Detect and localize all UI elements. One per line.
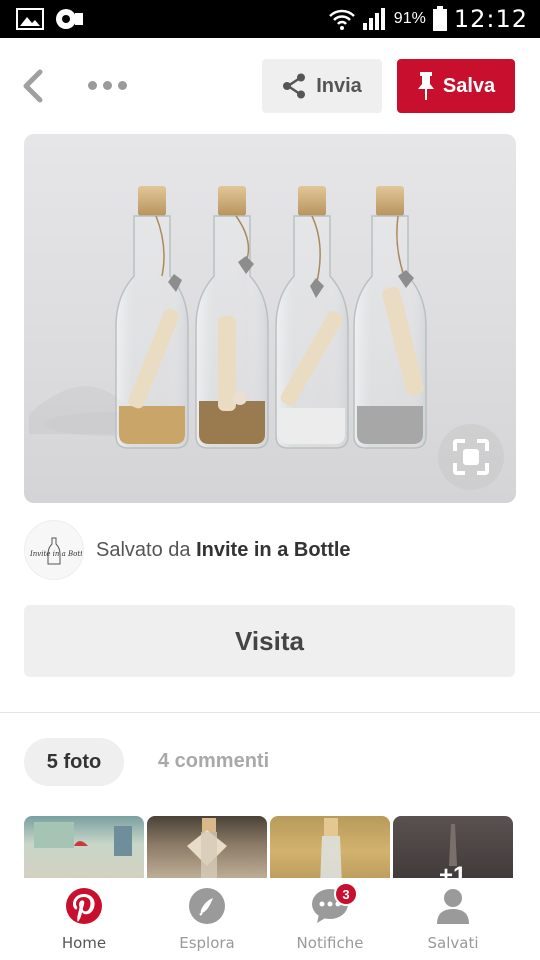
photo-thumbnail[interactable] bbox=[24, 816, 144, 878]
back-button[interactable] bbox=[18, 68, 50, 104]
signal-icon bbox=[362, 8, 385, 30]
save-button[interactable]: Salva bbox=[397, 59, 515, 113]
nav-saved[interactable]: Salvati bbox=[393, 886, 513, 960]
tab-comments-label: 4 commenti bbox=[158, 750, 270, 772]
photo-thumbnail-more[interactable]: +1 bbox=[393, 816, 513, 878]
video-icon bbox=[56, 9, 83, 29]
compass-icon bbox=[189, 888, 225, 924]
nav-home[interactable]: Home bbox=[24, 886, 144, 960]
pin-image[interactable] bbox=[24, 134, 516, 503]
nav-home-label: Home bbox=[61, 934, 107, 952]
section-divider bbox=[0, 712, 540, 713]
nav-notifications[interactable]: 3 Notifiche bbox=[270, 882, 390, 960]
thumbnail-photo bbox=[320, 818, 342, 878]
nav-explore-label: Esplora bbox=[179, 934, 235, 952]
visit-button[interactable]: Visita bbox=[24, 605, 515, 677]
nav-notifications-label: Notifiche bbox=[296, 934, 364, 952]
photo-thumbnail[interactable] bbox=[147, 816, 267, 878]
notification-badge: 3 bbox=[334, 882, 358, 906]
bottle-4 bbox=[353, 186, 427, 449]
tab-comments[interactable]: 4 commenti bbox=[158, 750, 269, 773]
user-profile-icon bbox=[437, 889, 469, 924]
status-bar: 91% 12:12 bbox=[0, 0, 540, 38]
pinterest-logo-icon bbox=[66, 888, 102, 924]
invite-in-a-bottle-logo: Invite in a Bottle bbox=[29, 537, 82, 565]
nav-explore[interactable]: Esplora bbox=[147, 886, 267, 960]
saved-by-text: Salvato da Invite in a Bottle bbox=[96, 539, 351, 562]
photo-thumbnails: +1 bbox=[24, 816, 516, 878]
pin-action-bar: Invia Salva bbox=[0, 38, 540, 134]
wifi-icon bbox=[328, 9, 355, 30]
bottle-3 bbox=[275, 186, 349, 449]
avatar[interactable]: Invite in a Bottle bbox=[24, 520, 84, 580]
visit-button-label: Visita bbox=[235, 625, 304, 656]
more-dot-icon bbox=[88, 80, 97, 90]
thumbnail-photo bbox=[34, 822, 132, 856]
saved-by-row: Invite in a Bottle Salvato da Invite in … bbox=[24, 520, 516, 580]
bottle-2 bbox=[195, 186, 269, 449]
clock: 12:12 bbox=[453, 5, 528, 33]
save-button-label: Salva bbox=[442, 74, 496, 97]
saved-by-name[interactable]: Invite in a Bottle bbox=[196, 539, 350, 561]
bottom-navigation: Home Esplora 3 Notifiche Salvati bbox=[0, 878, 540, 960]
gallery-icon bbox=[16, 8, 44, 30]
more-photos-count: +1 bbox=[439, 862, 467, 878]
bottle-1 bbox=[115, 186, 189, 449]
battery-icon bbox=[432, 6, 447, 31]
visual-search-button[interactable] bbox=[438, 424, 504, 490]
pushpin-icon bbox=[417, 72, 434, 100]
more-options-button[interactable] bbox=[88, 72, 130, 98]
nav-saved-label: Salvati bbox=[427, 934, 479, 952]
share-icon bbox=[283, 73, 306, 99]
photo-thumbnail[interactable] bbox=[270, 816, 390, 878]
tab-photos[interactable]: 5 foto bbox=[24, 738, 124, 786]
chevron-left-icon bbox=[23, 69, 43, 103]
battery-percent: 91% bbox=[393, 10, 426, 27]
tab-photos-label: 5 foto bbox=[46, 750, 102, 773]
saved-by-prefix: Salvato da bbox=[96, 538, 191, 561]
more-dot-icon bbox=[118, 80, 127, 90]
more-dot-icon bbox=[103, 80, 112, 90]
visual-search-icon bbox=[453, 439, 489, 475]
share-button[interactable]: Invia bbox=[262, 59, 382, 113]
thumbnail-photo bbox=[187, 818, 227, 878]
share-button-label: Invia bbox=[316, 74, 362, 97]
svg-text:Invite in a Bottle: Invite in a Bottle bbox=[29, 550, 82, 558]
